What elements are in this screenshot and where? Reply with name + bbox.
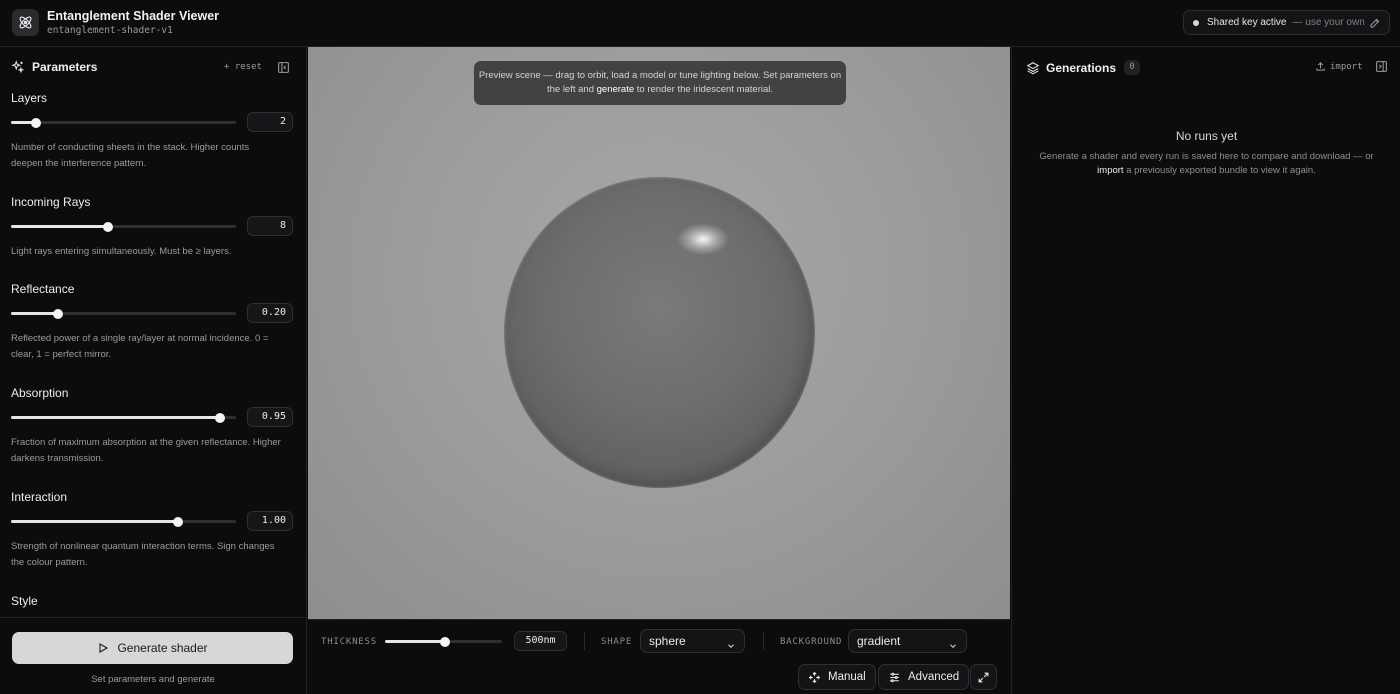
slider-thumb[interactable] <box>53 308 64 319</box>
slider-thumb[interactable] <box>102 221 113 232</box>
thickness-label: THICKNESS <box>321 637 377 647</box>
upload-icon <box>1316 62 1325 71</box>
param-description: Fraction of maximum absorption at the gi… <box>11 437 281 464</box>
param-value-input[interactable]: 0.95 <box>247 407 293 427</box>
api-key-pill[interactable]: Shared key active — use your own <box>1183 10 1390 35</box>
background-value: gradient <box>857 634 901 648</box>
slider-fill <box>11 225 108 228</box>
divider <box>763 632 764 650</box>
thickness-thumb[interactable] <box>439 636 450 647</box>
generate-hint: Set parameters and generate <box>91 674 215 685</box>
slider-fill <box>11 416 221 419</box>
preview-viewport[interactable]: Preview scene — drag to orbit, load a mo… <box>308 47 1010 619</box>
param-slider[interactable] <box>11 117 236 128</box>
import-button[interactable]: import <box>1315 61 1363 72</box>
generations-panel: Generations 0 import No runs yet Generat… <box>1011 47 1400 694</box>
param-slider[interactable] <box>11 221 236 232</box>
import-link[interactable]: import <box>1097 165 1123 176</box>
param-description: Light rays entering simultaneously. Must… <box>11 246 232 257</box>
play-icon <box>99 643 109 653</box>
shape-value: sphere <box>649 634 686 648</box>
preview-tooltip: Preview scene — drag to orbit, load a mo… <box>474 61 846 105</box>
param-value-input[interactable]: 8 <box>247 216 293 236</box>
param-layers: Layers 2 Number of conducting sheets in th… <box>11 91 293 169</box>
param-value-input[interactable]: 2 <box>247 112 293 132</box>
orbit-icon <box>808 671 821 683</box>
tooltip-text-end: to render the iridescent material. <box>634 84 774 95</box>
thickness-value[interactable]: 500nm <box>514 631 567 651</box>
app-subtitle: entanglement-shader-v1 <box>47 25 173 36</box>
empty-desc-text-end: a previously exported bundle to view it … <box>1123 165 1316 176</box>
fullscreen-button[interactable] <box>970 664 997 690</box>
reset-button[interactable]: + reset <box>224 62 262 72</box>
thickness-slider[interactable] <box>385 636 502 647</box>
param-label: Incoming Rays <box>11 195 91 209</box>
shape-label: SHAPE <box>601 637 633 647</box>
param-value-input[interactable]: 0.20 <box>247 303 293 323</box>
slider-thumb[interactable] <box>172 516 183 527</box>
sliders-icon <box>890 672 899 682</box>
param-incoming-rays: Incoming Rays 8 Light rays entering simult… <box>11 195 293 257</box>
expand-icon <box>978 672 989 682</box>
param-label: Absorption <box>11 386 69 400</box>
layers-icon <box>1026 61 1040 74</box>
atom-icon <box>12 9 39 36</box>
background-label: BACKGROUND <box>780 637 843 647</box>
param-description: Strength of nonlinear quantum interactio… <box>11 541 275 568</box>
panel-collapse-icon[interactable] <box>1375 60 1388 78</box>
slider-fill <box>11 520 178 523</box>
advanced-label: Advanced <box>908 671 960 683</box>
param-slider[interactable] <box>11 412 236 423</box>
tooltip-generate-word: generate <box>596 84 635 95</box>
generations-header: Generations 0 <box>1026 60 1141 75</box>
preview-sphere[interactable] <box>504 177 815 488</box>
advanced-button[interactable]: Advanced <box>878 664 970 690</box>
slider-thumb[interactable] <box>30 117 41 128</box>
param-value-input[interactable]: 1.00 <box>247 511 293 531</box>
generations-count: 0 <box>1124 60 1141 75</box>
empty-title: No runs yet <box>1175 129 1238 143</box>
panel-collapse-icon[interactable] <box>277 61 290 79</box>
chevron-down-icon <box>948 636 958 658</box>
key-hint: — use your own <box>1292 17 1365 28</box>
generations-title: Generations <box>1046 60 1117 75</box>
param-label: Layers <box>11 91 48 105</box>
chevron-down-icon <box>726 636 736 658</box>
param-interaction: Interaction 1.00 Strength of nonlinear qua… <box>11 490 293 568</box>
edit-icon[interactable] <box>1369 17 1381 32</box>
empty-desc-text: Generate a shader and every run is saved… <box>1039 151 1374 162</box>
key-status: Shared key active <box>1207 17 1287 28</box>
param-absorption: Absorption 0.95 Fraction of maximum absorp… <box>11 386 293 464</box>
scene-controls: THICKNESS 500nm SHAPE sphere BACKGROUND … <box>308 619 1010 694</box>
param-label: Reflectance <box>11 282 75 296</box>
background-select[interactable]: gradient <box>848 629 967 653</box>
slider-thumb[interactable] <box>215 412 226 423</box>
app-title: Entanglement Shader Viewer <box>47 9 220 23</box>
slider-fill <box>11 312 59 315</box>
manual-button[interactable]: Manual <box>798 664 876 690</box>
param-label: Style <box>11 594 38 608</box>
param-description: Reflected power of a single ray/layer at… <box>11 333 269 360</box>
top-bar: Entanglement Shader Viewer entanglement-… <box>0 0 1400 47</box>
import-label: import <box>1330 61 1363 72</box>
parameters-header: Parameters <box>11 60 97 74</box>
param-description: Number of conducting sheets in the stack… <box>11 142 250 169</box>
parameters-panel: Parameters + reset Layers 2 Number of cond… <box>0 47 307 694</box>
thickness-fill <box>385 640 445 643</box>
empty-description: Generate a shader and every run is saved… <box>1032 150 1381 178</box>
shape-select[interactable]: sphere <box>640 629 745 653</box>
param-slider[interactable] <box>11 308 236 319</box>
status-dot <box>1193 19 1199 26</box>
sparkles-icon <box>11 60 25 74</box>
divider <box>584 632 585 650</box>
generate-shader-button[interactable]: Generate shader <box>12 632 293 664</box>
manual-label: Manual <box>828 671 866 683</box>
generate-label: Generate shader <box>117 641 208 655</box>
generate-footer: Generate shader Set parameters and gener… <box>0 617 306 694</box>
parameters-title: Parameters <box>32 60 98 74</box>
param-style: Style <box>11 594 293 608</box>
param-slider[interactable] <box>11 516 236 527</box>
param-label: Interaction <box>11 490 68 504</box>
param-reflectance: Reflectance 0.20 Reflected power of a sing… <box>11 282 293 360</box>
